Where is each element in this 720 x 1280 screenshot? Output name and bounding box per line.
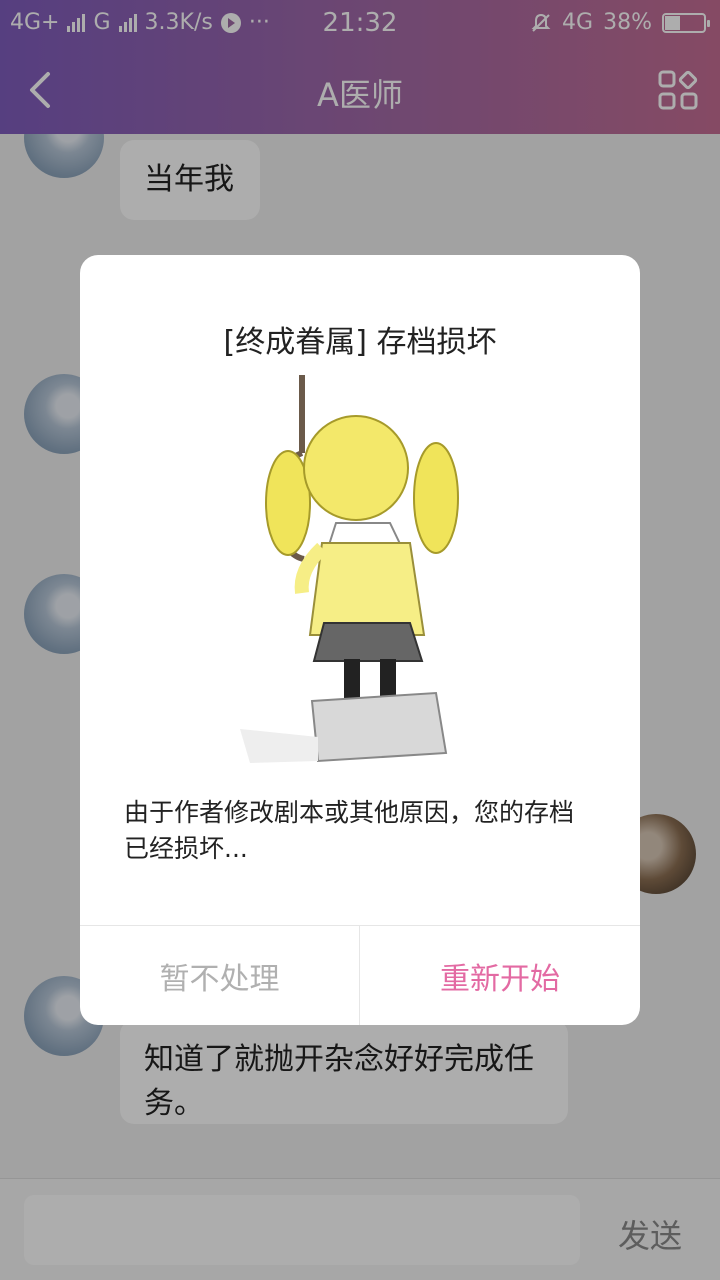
restart-button[interactable]: 重新开始 xyxy=(360,926,640,1025)
dialog-actions: 暂不处理 重新开始 xyxy=(80,925,640,1025)
dismiss-button[interactable]: 暂不处理 xyxy=(80,926,360,1025)
dialog-title: [终成眷属] 存档损坏 xyxy=(223,325,497,360)
dialog-message: 由于作者修改剧本或其他原因，您的存档已经损坏... xyxy=(124,798,575,863)
illustration-image xyxy=(240,375,459,763)
save-corrupted-dialog: [终成眷属] 存档损坏 由于作者修改剧本或其他原因，您的存档已经损坏... 暂不… xyxy=(80,255,640,1025)
